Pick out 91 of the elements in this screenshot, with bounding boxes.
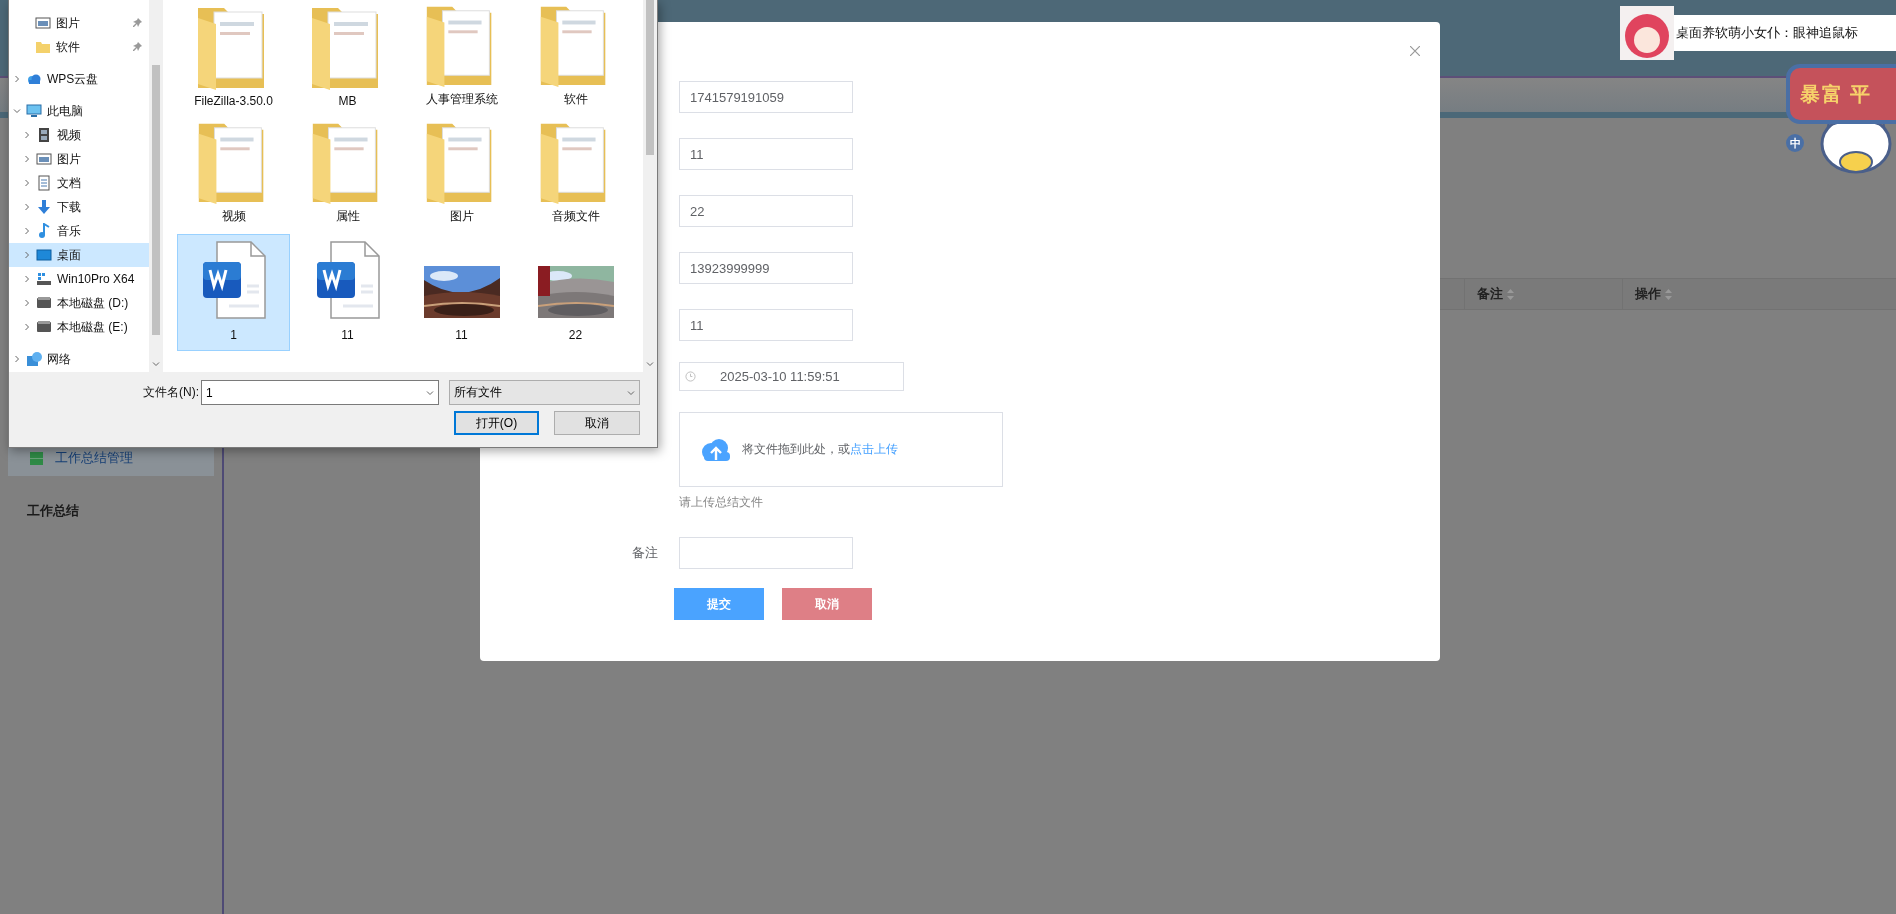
cancel-button[interactable]: 取消 <box>554 411 640 435</box>
chevron-icon[interactable] <box>23 251 31 259</box>
nav-item[interactable]: 音乐 <box>9 219 149 243</box>
upload-area[interactable]: 将文件拖到此处，或点击上传 <box>679 412 1003 487</box>
chevron-icon[interactable] <box>23 227 31 235</box>
file-item[interactable]: 视频 <box>177 117 290 234</box>
nav-item[interactable]: 下载 <box>9 195 149 219</box>
system-drive-icon <box>36 271 52 287</box>
input-field[interactable]: 13923999999 <box>679 252 853 284</box>
chevron-icon[interactable] <box>23 203 31 211</box>
open-button[interactable]: 打开(O) <box>454 411 539 435</box>
nav-item[interactable]: 软件 <box>9 35 149 59</box>
file-item[interactable]: 22 <box>519 234 632 351</box>
chevron-icon[interactable] <box>646 360 654 368</box>
remark-field[interactable] <box>679 537 853 569</box>
chevron-icon[interactable] <box>23 299 31 307</box>
file-item[interactable]: 1 <box>177 234 290 351</box>
pin-icon <box>133 18 143 28</box>
nav-item[interactable]: 网络 <box>9 347 149 371</box>
file-item[interactable]: 图片 <box>405 117 518 234</box>
chevron-icon[interactable] <box>23 131 31 139</box>
column-header[interactable]: 操作 <box>1635 285 1661 303</box>
nav-item[interactable]: WPS云盘 <box>9 67 149 91</box>
music-note-icon <box>36 223 52 239</box>
filename-label: 文件名(N): <box>143 384 199 401</box>
field-label: 备注 <box>632 544 659 562</box>
chevron-icon[interactable] <box>426 388 434 397</box>
input-field[interactable]: 1741579191059 <box>679 81 853 113</box>
badge: 中 <box>1786 134 1804 152</box>
pin-icon <box>133 42 143 52</box>
chevron-icon[interactable] <box>627 388 635 397</box>
file-item[interactable]: 人事管理系统 <box>405 0 518 117</box>
nav-item[interactable]: 视频 <box>9 123 149 147</box>
sign-text: 暴富 <box>1800 81 1844 107</box>
scrollbar-thumb[interactable] <box>152 65 160 335</box>
chevron-icon[interactable] <box>13 75 21 83</box>
nav-item[interactable]: Win10Pro X64 <box>9 267 149 291</box>
avatar <box>1620 6 1674 60</box>
close-icon[interactable] <box>1410 46 1420 56</box>
nav-item[interactable]: 此电脑 <box>9 99 149 123</box>
nav-item[interactable]: 文档 <box>9 171 149 195</box>
datetime-field[interactable]: 2025-03-10 11:59:51 <box>679 362 904 391</box>
chevron-icon[interactable] <box>23 155 31 163</box>
column-header[interactable]: 备注 <box>1477 285 1503 303</box>
network-icon <box>26 351 42 367</box>
drive-icon <box>36 295 52 311</box>
nav-item[interactable]: 本地磁盘 (D:) <box>9 291 149 315</box>
file-item[interactable]: FileZilla-3.50.0 <box>177 0 290 117</box>
upload-hint: 请上传总结文件 <box>679 493 764 511</box>
scrollbar[interactable] <box>643 0 657 372</box>
file-item[interactable]: 11 <box>291 234 404 351</box>
file-item[interactable]: 11 <box>405 234 518 351</box>
sign-text: 平 <box>1850 81 1872 107</box>
monitor-icon <box>26 103 42 119</box>
document-icon <box>36 175 52 191</box>
file-type-dropdown[interactable]: 所有文件 <box>449 380 640 405</box>
notification-text: 桌面养软萌小女仆：眼神追鼠标 <box>1674 15 1896 51</box>
scrollbar-thumb[interactable] <box>646 0 654 155</box>
clock-icon <box>685 371 696 382</box>
menu-icon <box>30 451 43 465</box>
cloud-upload-icon <box>700 437 732 462</box>
upload-prompt: 将文件拖到此处，或点击上传 <box>742 441 898 458</box>
input-field[interactable]: 11 <box>679 309 853 341</box>
download-arrow-icon <box>36 199 52 215</box>
chevron-icon[interactable] <box>23 275 31 283</box>
file-item[interactable]: 音频文件 <box>519 117 632 234</box>
picture-frame-icon <box>36 151 52 167</box>
chevron-icon[interactable] <box>23 323 31 331</box>
section-title: 工作总结 <box>27 502 80 520</box>
chevron-icon[interactable] <box>152 360 160 368</box>
nav-item[interactable]: 图片 <box>9 11 149 35</box>
chevron-icon[interactable] <box>23 179 31 187</box>
film-icon <box>36 127 52 143</box>
file-item[interactable]: 软件 <box>519 0 632 117</box>
sort-icon[interactable] <box>1507 288 1514 300</box>
nav-item[interactable]: 桌面 <box>9 243 149 267</box>
nav-item[interactable]: 本地磁盘 (E:) <box>9 315 149 339</box>
desktop-icon <box>36 247 52 263</box>
sort-icon[interactable] <box>1665 288 1672 300</box>
input-field[interactable]: 22 <box>679 195 853 227</box>
drive-icon <box>36 319 52 335</box>
filename-field[interactable]: 1 <box>201 380 439 405</box>
folder-icon <box>35 39 51 55</box>
chevron-icon[interactable] <box>13 355 21 363</box>
input-field[interactable]: 11 <box>679 138 853 170</box>
picture-frame-icon <box>35 15 51 31</box>
nav-item[interactable]: 图片 <box>9 147 149 171</box>
file-item[interactable]: MB <box>291 0 404 117</box>
chevron-icon[interactable] <box>13 107 21 115</box>
file-item[interactable]: 属性 <box>291 117 404 234</box>
scrollbar[interactable] <box>149 0 163 372</box>
